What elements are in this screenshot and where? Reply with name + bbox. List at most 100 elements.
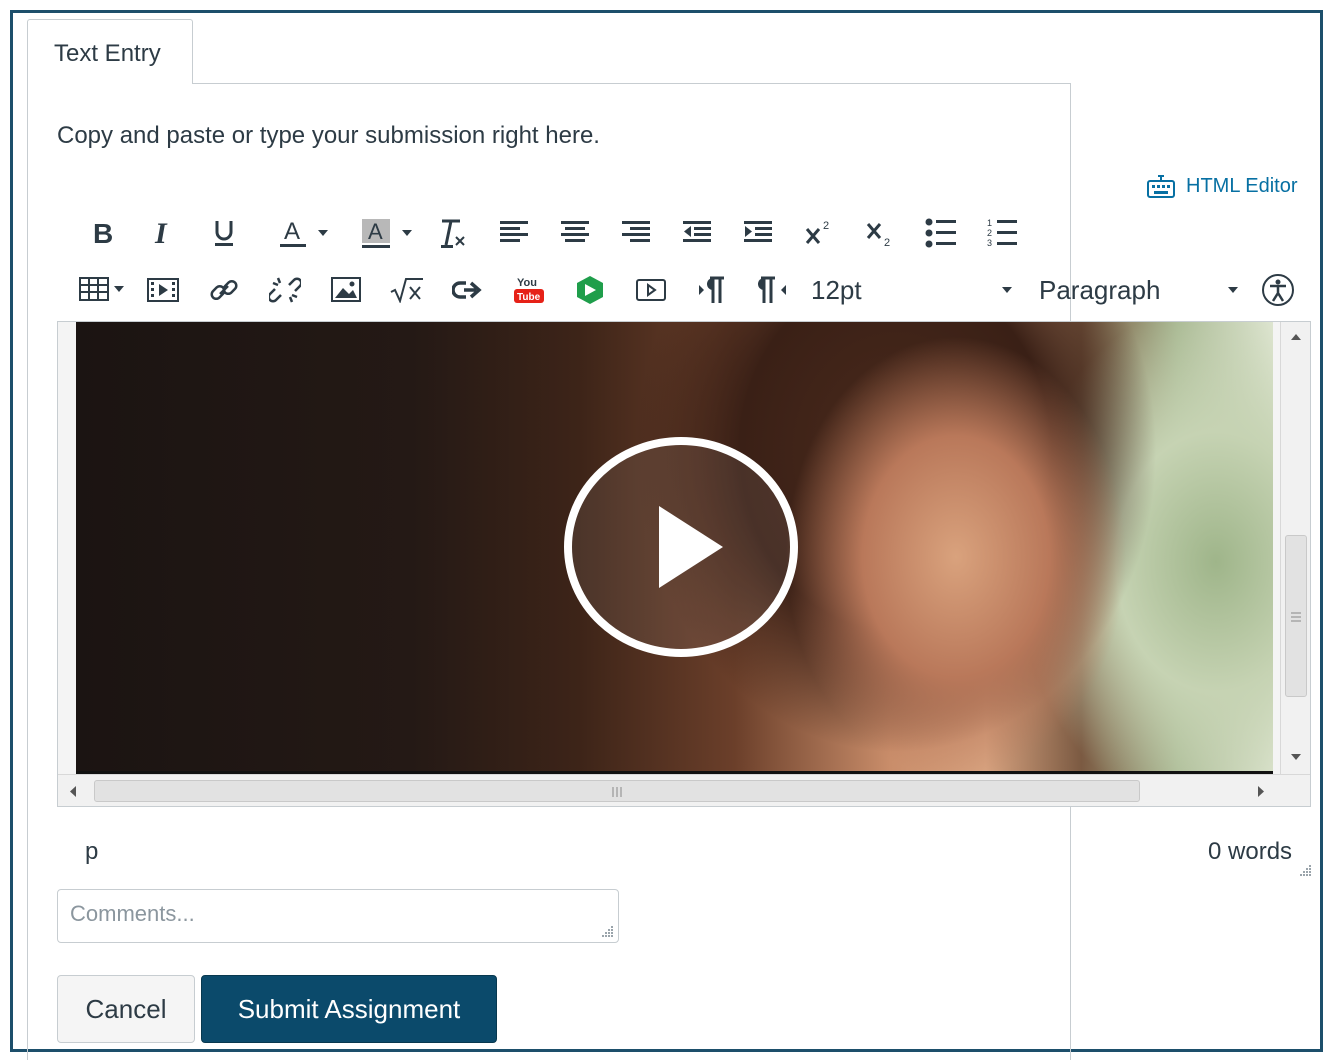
table-icon: [78, 277, 124, 301]
math-equation-button[interactable]: [376, 268, 437, 312]
superscript-icon: 2: [805, 220, 829, 244]
rtl-direction-button[interactable]: [742, 268, 803, 312]
html-editor-link[interactable]: HTML Editor: [1146, 173, 1298, 199]
cancel-button[interactable]: Cancel: [57, 975, 195, 1043]
scroll-right-icon[interactable]: [1246, 775, 1276, 807]
link-button[interactable]: [193, 268, 254, 312]
caret-down-icon: [402, 230, 412, 236]
indent-icon: [743, 221, 772, 242]
image-icon: [330, 277, 361, 302]
caret-down-icon: [1002, 287, 1012, 293]
record-media-button[interactable]: [620, 268, 681, 312]
indent-button[interactable]: [727, 211, 788, 255]
background-color-button[interactable]: A: [338, 211, 392, 255]
keyboard-icon: [1147, 175, 1175, 198]
background-color-dropdown[interactable]: [392, 211, 422, 255]
horizontal-scrollbar-thumb[interactable]: [94, 780, 1140, 802]
accessibility-checker-button[interactable]: [1253, 268, 1303, 312]
editor-resize-grip-icon[interactable]: [1298, 863, 1312, 877]
image-button[interactable]: [315, 268, 376, 312]
link-icon: [209, 279, 238, 301]
text-color-icon: A: [280, 218, 306, 247]
paragraph-ltr-icon: [698, 276, 724, 303]
toolbar-row-2: You Tube 12pt Paragraph: [71, 268, 1303, 312]
html-editor-label: HTML Editor: [1186, 174, 1298, 197]
comments-textarea[interactable]: Comments...: [57, 889, 619, 943]
background-color-icon: A: [362, 219, 390, 248]
subscript-button[interactable]: 2: [849, 211, 910, 255]
submission-frame: Text Entry Copy and paste or type your s…: [10, 10, 1323, 1060]
svg-text:A: A: [284, 218, 300, 245]
svg-text:I: I: [154, 219, 168, 247]
text-color-dropdown[interactable]: [308, 211, 338, 255]
horizontal-scrollbar[interactable]: [58, 774, 1310, 807]
font-size-value: 12pt: [811, 274, 862, 305]
align-right-button[interactable]: [605, 211, 666, 255]
svg-text:2: 2: [884, 237, 890, 248]
italic-button[interactable]: I: [132, 211, 193, 255]
play-icon[interactable]: [563, 436, 799, 658]
instructions-text: Copy and paste or type your submission r…: [57, 122, 600, 149]
superscript-button[interactable]: 2: [788, 211, 849, 255]
subscript-icon: 2: [866, 223, 890, 248]
outdent-icon: [682, 221, 711, 242]
element-path[interactable]: p: [85, 838, 98, 866]
align-left-icon: [499, 221, 528, 242]
svg-text:2: 2: [823, 220, 829, 232]
youtube-button[interactable]: You Tube: [498, 268, 559, 312]
bullet-list-button[interactable]: [910, 211, 971, 255]
underline-button[interactable]: [193, 211, 254, 255]
scroll-left-icon[interactable]: [58, 775, 88, 807]
video-play-icon: [635, 279, 666, 301]
text-color-button[interactable]: A: [254, 211, 308, 255]
rich-content-editor[interactable]: [57, 321, 1311, 807]
share-arrow-icon: [451, 281, 482, 299]
textarea-resize-grip-icon[interactable]: [600, 924, 614, 938]
submit-assignment-button[interactable]: Submit Assignment: [201, 975, 497, 1043]
numbered-list-button[interactable]: 123: [971, 211, 1032, 255]
vertical-scrollbar-thumb[interactable]: [1285, 535, 1307, 697]
align-center-button[interactable]: [544, 211, 605, 255]
tab-text-entry[interactable]: Text Entry: [27, 19, 193, 84]
embed-button[interactable]: [437, 268, 498, 312]
caret-down-icon: [1228, 287, 1238, 293]
svg-text:1: 1: [987, 218, 992, 228]
align-left-button[interactable]: [483, 211, 544, 255]
align-right-icon: [621, 221, 650, 242]
film-icon: [146, 278, 179, 302]
clear-formatting-button[interactable]: [422, 211, 483, 255]
svg-text:You: You: [517, 277, 537, 289]
font-size-select[interactable]: 12pt: [803, 268, 1013, 312]
scroll-up-icon[interactable]: [1281, 326, 1311, 350]
vertical-scrollbar[interactable]: [1280, 322, 1310, 774]
google-drive-icon: [576, 276, 603, 304]
svg-text:Tube: Tube: [517, 292, 541, 303]
ltr-direction-button[interactable]: [681, 268, 742, 312]
media-button[interactable]: [132, 268, 193, 312]
block-format-select[interactable]: Paragraph: [1013, 268, 1253, 312]
tab-text-entry-label: Text Entry: [54, 40, 161, 67]
svg-text:A: A: [368, 219, 383, 244]
table-button[interactable]: [71, 268, 132, 312]
google-drive-button[interactable]: [559, 268, 620, 312]
unlink-button[interactable]: [254, 268, 315, 312]
bold-button[interactable]: B: [71, 211, 132, 255]
toolbar-row-1: B I A A 2 2 1 2 3: [71, 211, 1032, 255]
outdent-button[interactable]: [666, 211, 727, 255]
word-count: 0 words: [1208, 838, 1293, 865]
unlink-icon: [268, 277, 301, 303]
scroll-down-icon[interactable]: [1281, 744, 1311, 768]
block-format-value: Paragraph: [1039, 274, 1161, 305]
accessibility-icon: [1262, 274, 1294, 306]
numbered-list-icon: 123: [987, 218, 1017, 248]
clear-formatting-icon: [440, 219, 465, 248]
svg-text:B: B: [93, 219, 113, 247]
video-thumbnail[interactable]: [76, 322, 1273, 774]
paragraph-rtl-icon: [757, 276, 786, 303]
youtube-icon: You Tube: [513, 277, 544, 303]
comments-placeholder: Comments...: [70, 901, 195, 926]
bullet-list-icon: [925, 218, 956, 248]
align-center-icon: [560, 221, 589, 242]
svg-text:3: 3: [987, 238, 992, 248]
svg-text:2: 2: [987, 228, 992, 238]
